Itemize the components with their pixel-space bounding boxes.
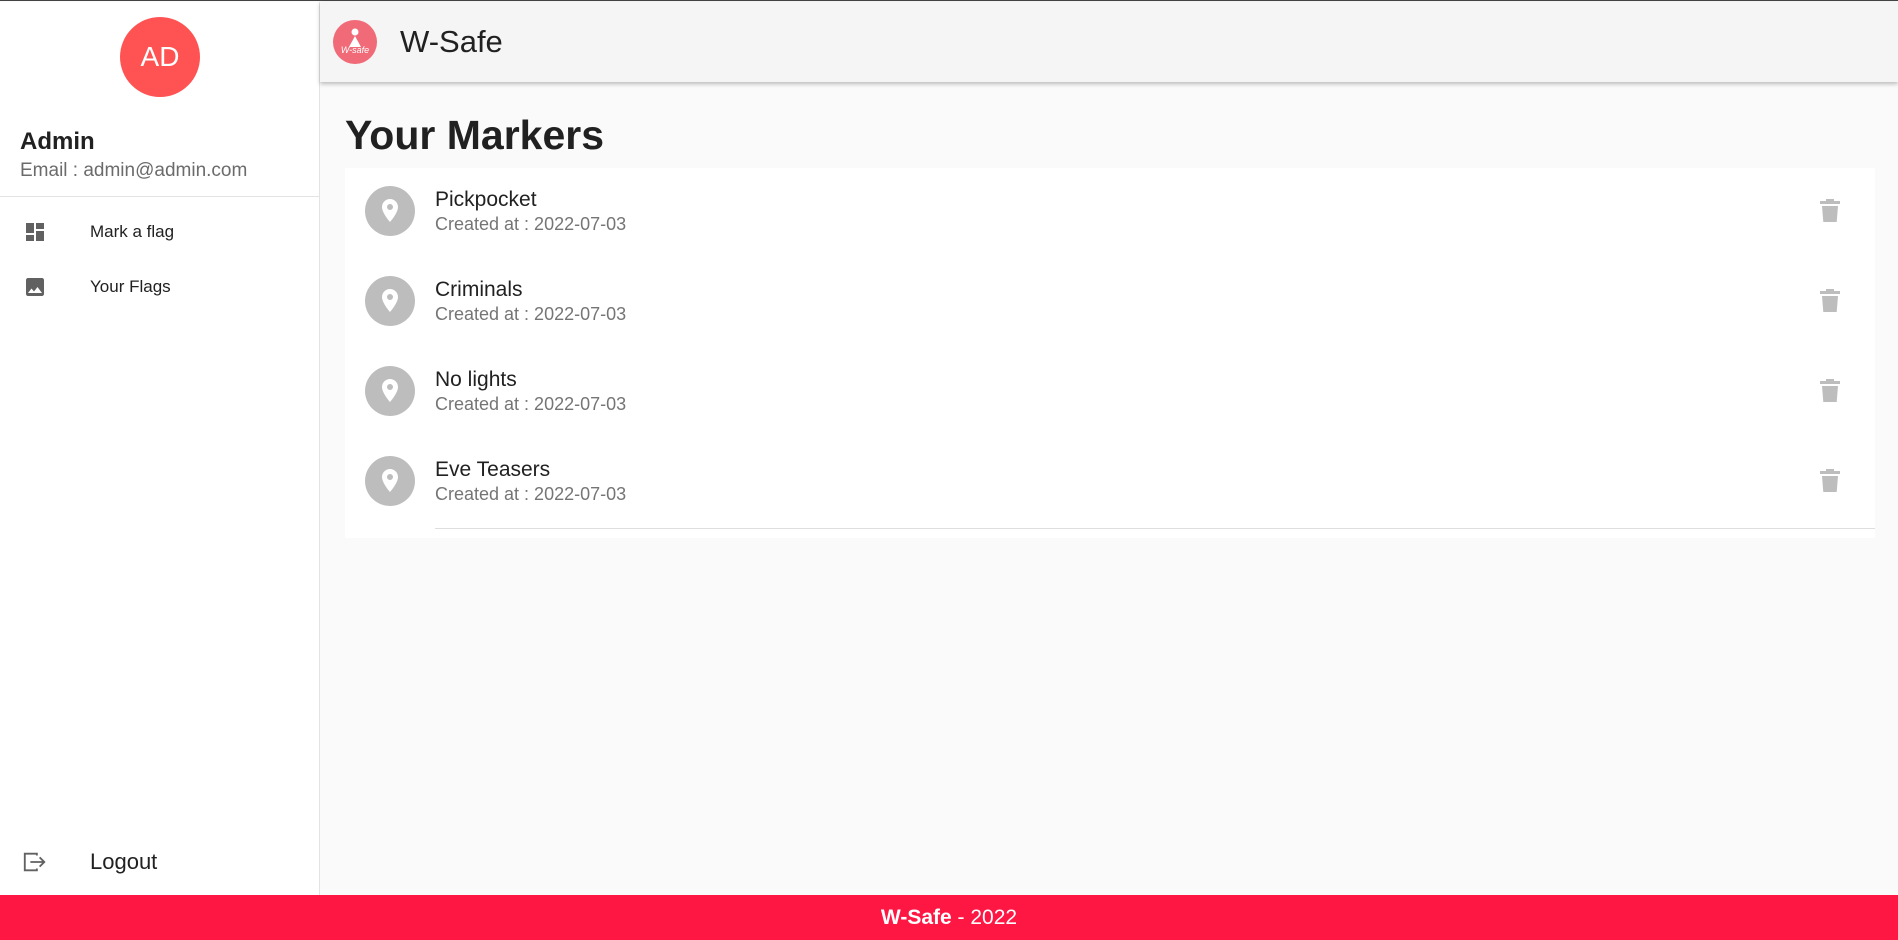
sidebar-divider xyxy=(0,196,319,197)
woman-icon xyxy=(349,28,361,47)
marker-title: Criminals xyxy=(435,278,523,301)
avatar: AD xyxy=(120,17,200,97)
image-icon xyxy=(22,274,48,300)
logout-icon xyxy=(22,849,48,875)
user-email: Email : admin@admin.com xyxy=(20,160,248,181)
app-logo: W-safe xyxy=(333,20,377,64)
marker-created-at: Created at : 2022-07-03 xyxy=(435,484,627,504)
trash-icon xyxy=(1820,289,1840,312)
marker-title: Pickpocket xyxy=(435,188,537,211)
trash-icon xyxy=(1820,469,1840,492)
marker-created-at: Created at : 2022-07-03 xyxy=(435,214,627,234)
footer-brand: W-Safe xyxy=(880,906,952,929)
list-item[interactable]: Criminals Created at : 2022-07-03 xyxy=(345,258,1875,348)
delete-button[interactable] xyxy=(1815,376,1845,406)
logout-button[interactable]: Logout xyxy=(0,836,319,888)
delete-button[interactable] xyxy=(1815,286,1845,316)
marker-title: Eve Teasers xyxy=(435,458,551,481)
trash-icon xyxy=(1820,379,1840,402)
app-footer: W-Safe - 2022 xyxy=(0,895,1898,940)
marker-created-at: Created at : 2022-07-03 xyxy=(435,394,627,414)
location-pin-icon xyxy=(382,199,398,222)
logo-text: W-safe xyxy=(340,45,370,55)
marker-created-at: Created at : 2022-07-03 xyxy=(435,304,627,324)
dashboard-icon xyxy=(22,219,48,245)
trash-icon xyxy=(1820,199,1840,222)
delete-button[interactable] xyxy=(1815,466,1845,496)
app-header: W-safe W-Safe xyxy=(320,2,1898,82)
marker-title: No lights xyxy=(435,368,517,391)
list-divider xyxy=(435,528,1875,529)
sidebar-item-label: Mark a flag xyxy=(90,222,175,241)
page-title: Your Markers xyxy=(345,112,605,158)
app-root: AD Admin Email : admin@admin.com Mark a … xyxy=(0,0,1898,940)
sidebar-item-label: Your Flags xyxy=(90,277,171,296)
avatar-initials: AD xyxy=(140,41,180,72)
marker-avatar xyxy=(365,276,415,326)
sidebar-item-mark-a-flag[interactable]: Mark a flag xyxy=(0,206,319,258)
logout-label: Logout xyxy=(90,849,158,874)
marker-avatar xyxy=(365,186,415,236)
sidebar-item-your-flags[interactable]: Your Flags xyxy=(0,261,319,313)
list-item[interactable]: Pickpocket Created at : 2022-07-03 xyxy=(345,168,1875,258)
footer-year: - 2022 xyxy=(951,906,1018,929)
marker-avatar xyxy=(365,366,415,416)
sidebar: AD Admin Email : admin@admin.com Mark a … xyxy=(0,2,320,895)
location-pin-icon xyxy=(382,289,398,312)
location-pin-icon xyxy=(382,469,398,492)
app-title: W-Safe xyxy=(400,24,503,59)
list-item[interactable]: Eve Teasers Created at : 2022-07-03 xyxy=(345,438,1875,528)
marker-avatar xyxy=(365,456,415,506)
location-pin-icon xyxy=(382,379,398,402)
markers-list: Pickpocket Created at : 2022-07-03 Crimi… xyxy=(345,168,1875,538)
list-item[interactable]: No lights Created at : 2022-07-03 xyxy=(345,348,1875,438)
user-name: Admin xyxy=(20,128,95,155)
delete-button[interactable] xyxy=(1815,196,1845,226)
